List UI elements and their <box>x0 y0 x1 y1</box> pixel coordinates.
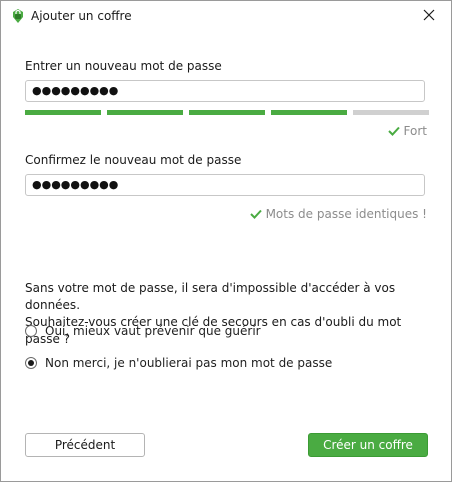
strength-segment <box>353 110 429 115</box>
strength-label: Fort <box>403 124 427 138</box>
create-vault-button[interactable]: Créer un coffre <box>308 433 428 457</box>
recovery-question-line: Sans votre mot de passe, il sera d'impos… <box>25 281 396 312</box>
add-vault-dialog: Ajouter un coffre Entrer un nouveau mot … <box>0 0 452 482</box>
password-strength-meter <box>25 110 429 115</box>
recovery-option-label: Oui, mieux vaut prévenir que guérir <box>45 324 261 338</box>
confirm-password-field[interactable]: ●●●●●●●●● <box>25 174 425 196</box>
strength-segment <box>189 110 265 115</box>
password-match-label: Mots de passe identiques ! <box>265 207 427 221</box>
confirm-password-label: Confirmez le nouveau mot de passe <box>25 153 242 167</box>
strength-segment <box>107 110 183 115</box>
recovery-option-yes[interactable]: Oui, mieux vaut prévenir que guérir <box>25 324 261 338</box>
cryptomator-icon <box>10 8 26 24</box>
close-button[interactable] <box>407 1 451 32</box>
title-bar: Ajouter un coffre <box>1 1 451 32</box>
confirm-password-value: ●●●●●●●●● <box>32 178 119 191</box>
check-icon <box>249 209 262 219</box>
new-password-label: Entrer un nouveau mot de passe <box>25 59 222 73</box>
window-title: Ajouter un coffre <box>31 9 132 23</box>
close-icon <box>423 9 435 24</box>
strength-segment <box>25 110 101 115</box>
new-password-value: ●●●●●●●●● <box>32 84 119 97</box>
radio-button[interactable] <box>25 357 37 369</box>
radio-button[interactable] <box>25 325 37 337</box>
recovery-option-no[interactable]: Non merci, je n'oublierai pas mon mot de… <box>25 356 332 370</box>
check-icon <box>387 126 400 136</box>
previous-button[interactable]: Précédent <box>25 433 145 457</box>
strength-segment <box>271 110 347 115</box>
new-password-field[interactable]: ●●●●●●●●● <box>25 80 425 102</box>
password-match-hint: Mots de passe identiques ! <box>249 207 427 221</box>
recovery-option-label: Non merci, je n'oublierai pas mon mot de… <box>45 356 333 370</box>
strength-hint: Fort <box>387 124 427 138</box>
